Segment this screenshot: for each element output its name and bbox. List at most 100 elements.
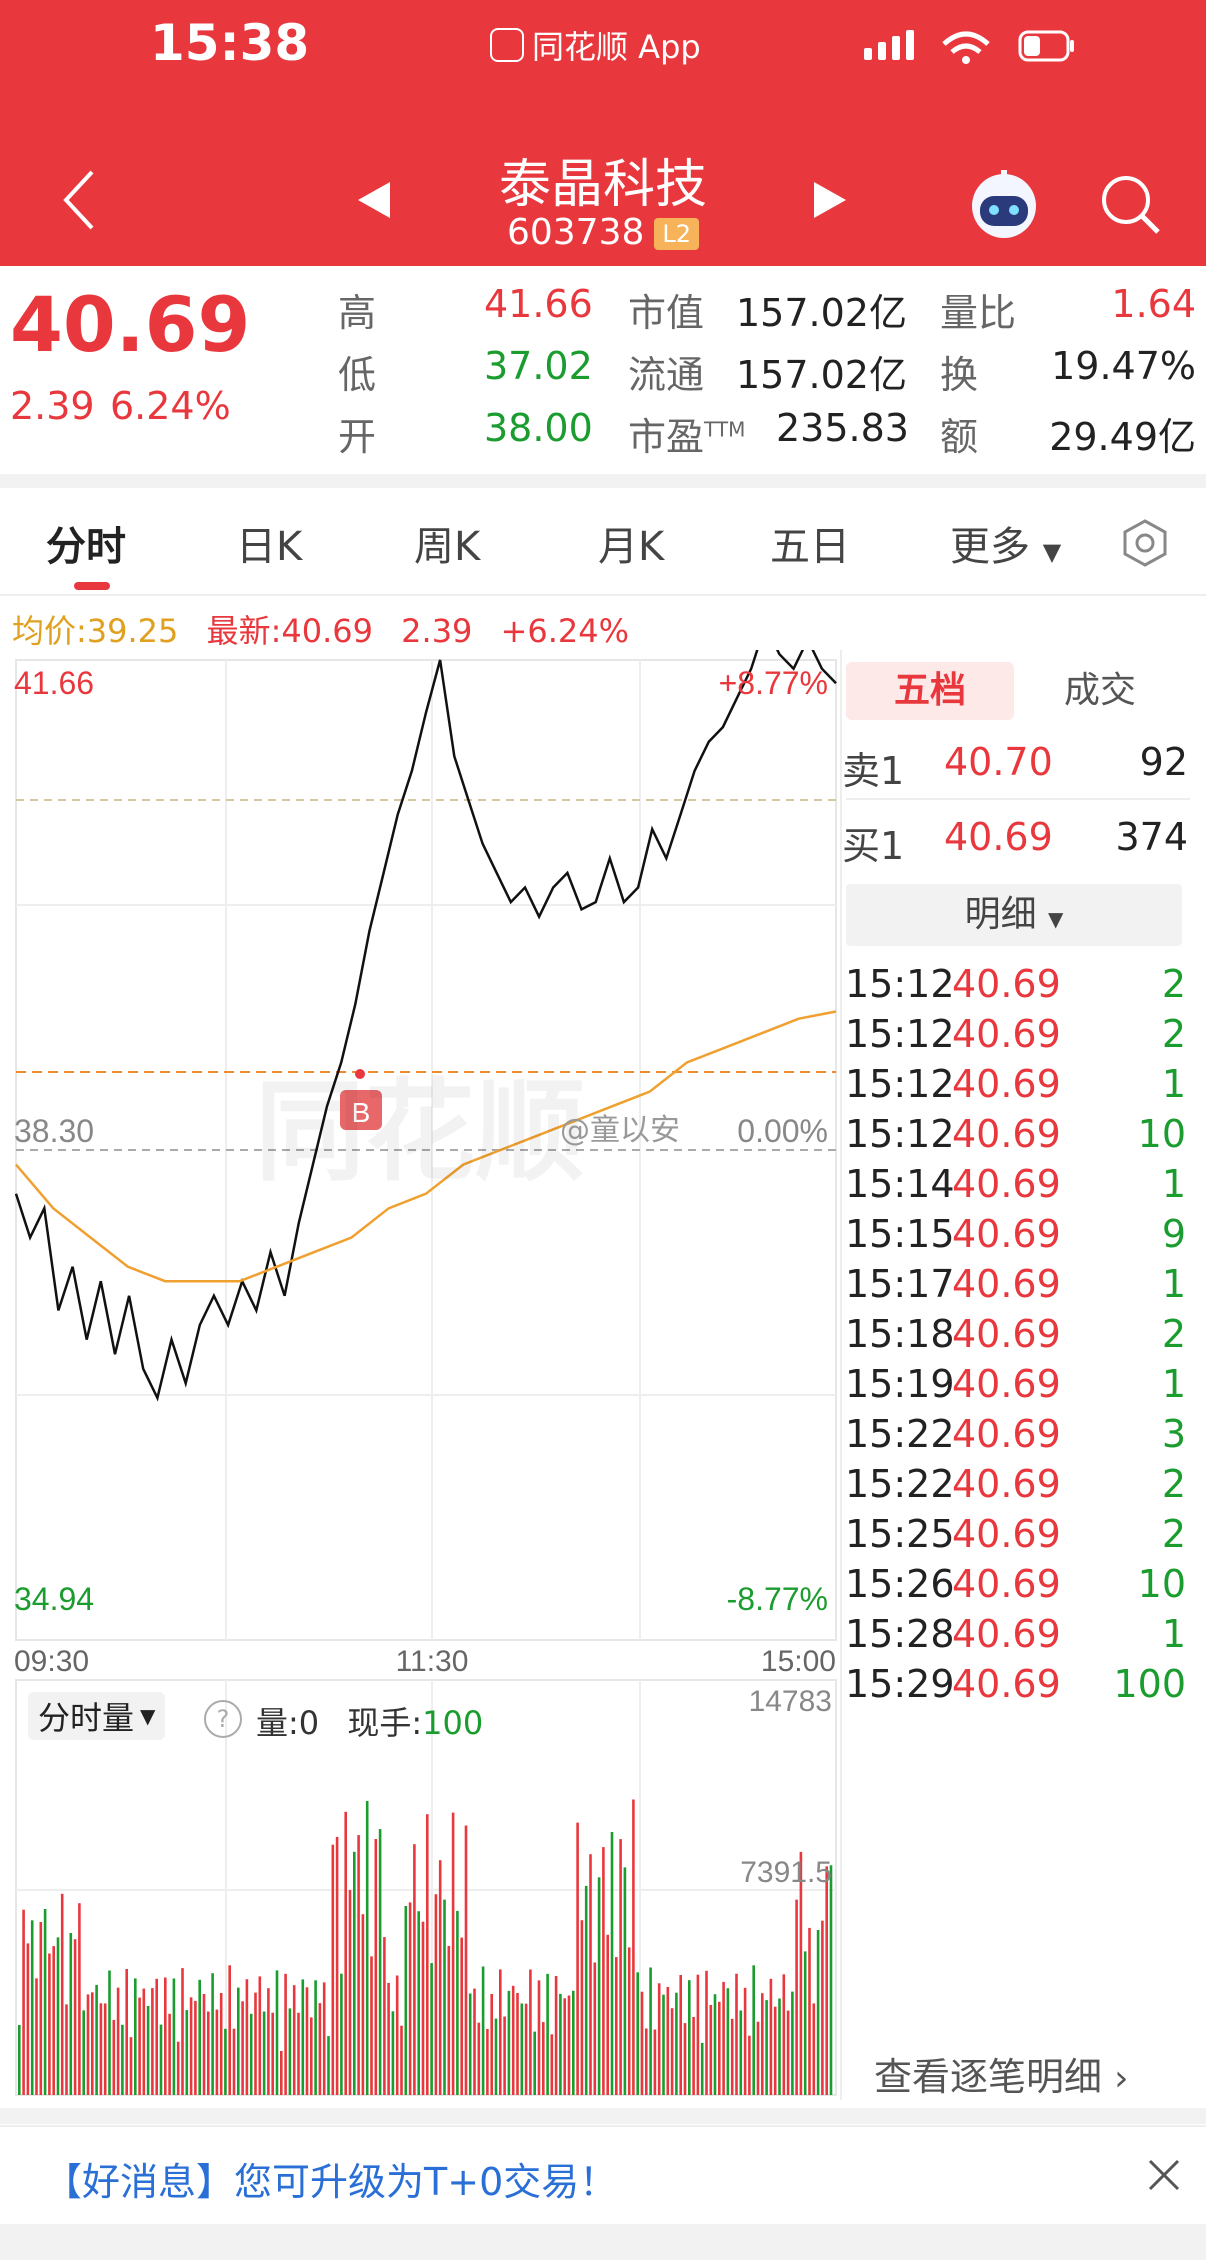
volume-bar xyxy=(387,1982,390,2095)
trade-volume: 2 xyxy=(1161,1512,1186,1556)
volume-bar xyxy=(670,2008,674,2095)
tab-five-day[interactable]: 五日 xyxy=(770,514,850,572)
trade-time: 15:17 xyxy=(845,1262,955,1306)
volume-selector[interactable]: 分时量 ▼ xyxy=(28,1692,166,1740)
volume-bar xyxy=(606,1934,609,2095)
view-all-trades-link[interactable]: 查看逐笔明细 › xyxy=(874,2046,1129,2101)
volume-bar xyxy=(486,2029,489,2095)
volume-bar xyxy=(383,1937,386,2095)
volume-bar xyxy=(524,2003,528,2095)
volume-bar xyxy=(134,1978,137,2095)
volume-bar xyxy=(121,2024,124,2095)
volume-bar xyxy=(155,1978,158,2095)
volume-bar xyxy=(417,1911,420,2095)
settings-icon[interactable] xyxy=(1120,518,1170,568)
trade-time: 15:28 xyxy=(845,1612,955,1656)
close-icon[interactable] xyxy=(1146,2157,1182,2193)
volume-bar xyxy=(421,1921,425,2095)
trade-price: 40.69 xyxy=(952,1062,1061,1106)
volume-bar xyxy=(683,2023,687,2095)
buy1-price: 40.69 xyxy=(944,815,1053,859)
volume-bar xyxy=(700,2042,704,2095)
tab-monthly-k[interactable]: 月K xyxy=(598,514,664,572)
volume-bar xyxy=(357,1835,360,2095)
volume-bar xyxy=(159,2024,163,2095)
trade-price: 40.69 xyxy=(952,1412,1061,1456)
volume-bar xyxy=(765,2000,768,2095)
tab-five-levels[interactable]: 五档 xyxy=(846,662,1014,720)
y-top-pct: +8.77% xyxy=(719,665,828,701)
trade-volume: 2 xyxy=(1161,962,1186,1006)
help-icon[interactable]: ? xyxy=(204,1700,242,1738)
volume-bar xyxy=(310,2017,313,2095)
volume-bar xyxy=(803,1951,807,2095)
bottom-gap xyxy=(0,2224,1206,2260)
intraday-chart[interactable]: B 同花顺 @童以安 41.66 +8.77% 38.30 0.00% 34.9… xyxy=(0,650,840,2100)
trade-volume: 3 xyxy=(1161,1412,1186,1456)
volume-bar xyxy=(408,1902,412,2095)
volume-bar xyxy=(164,1977,167,2095)
price-change: 2.39 xyxy=(10,384,95,428)
volume-bar xyxy=(494,2018,498,2095)
volume-bar xyxy=(657,1983,661,2095)
chevron-right-icon: › xyxy=(1114,2058,1129,2099)
volume-bar xyxy=(503,2016,506,2095)
volume-bar xyxy=(546,1973,549,2095)
volume-bar xyxy=(580,1920,584,2095)
level2-badge[interactable]: L2 xyxy=(654,218,700,250)
low-value: 37.02 xyxy=(484,344,593,388)
volume-bar xyxy=(378,1829,382,2095)
volume-bar xyxy=(275,1970,279,2095)
volume-bar xyxy=(576,1822,579,2095)
volume-bar xyxy=(185,2010,189,2095)
volume-selector-label: 分时量 xyxy=(38,1699,135,1737)
volume-bar xyxy=(481,1966,485,2095)
sell1-label: 卖1 xyxy=(842,749,905,793)
volume-bar xyxy=(39,1922,43,2095)
volume-bar xyxy=(718,2001,721,2095)
volume-bar xyxy=(395,1975,399,2095)
y-mid-pct: 0.00% xyxy=(737,1113,828,1149)
volume-bars xyxy=(18,1799,833,2095)
tab-intraday[interactable]: 分时 xyxy=(46,514,126,572)
y-mid-label: 38.30 xyxy=(14,1113,94,1149)
tab-trades[interactable]: 成交 xyxy=(1030,662,1170,720)
high-label: 高 xyxy=(338,291,377,335)
volume-bar xyxy=(645,2028,648,2095)
x-tick-close: 15:00 xyxy=(761,1645,836,1678)
volume-bar xyxy=(662,1994,665,2095)
promo-banner[interactable]: 【好消息】您可升级为T+0交易！ xyxy=(0,2125,1206,2225)
robot-assistant-icon[interactable] xyxy=(966,168,1042,240)
trade-price: 40.69 xyxy=(952,1662,1061,1706)
tab-more[interactable]: 更多 ▼ xyxy=(950,514,1061,572)
volume-bar xyxy=(108,1970,111,2095)
weibo-tag: @童以安 xyxy=(560,1113,680,1148)
volume-bar xyxy=(86,1994,90,2095)
trade-time: 15:18 xyxy=(845,1312,955,1356)
search-icon[interactable] xyxy=(1098,172,1162,236)
volume-bar xyxy=(60,1893,64,2095)
status-time: 15:38 xyxy=(150,14,310,72)
trade-price: 40.69 xyxy=(952,1262,1061,1306)
volume-bar xyxy=(241,2001,244,2095)
sell1-volume: 92 xyxy=(1139,740,1188,784)
trade-time: 15:19 xyxy=(845,1362,955,1406)
volume-bar xyxy=(305,1987,309,2095)
volume-bar xyxy=(722,1981,725,2095)
tab-weekly-k[interactable]: 周K xyxy=(414,514,480,572)
info-line: 均价:39.25 最新:40.69 2.39 +6.24% xyxy=(12,606,629,652)
volume-bar xyxy=(129,2037,133,2095)
detail-selector[interactable]: 明细 ▼ xyxy=(846,884,1182,946)
volume-bar xyxy=(228,1965,231,2095)
volume-bar xyxy=(507,1990,511,2095)
volume-bar xyxy=(619,1839,622,2095)
volratio-value: 1.64 xyxy=(1111,282,1196,326)
banner-text[interactable]: 【好消息】您可升级为T+0交易！ xyxy=(44,2151,617,2206)
volume-bar xyxy=(572,1990,575,2095)
floatcap-value: 157.02亿 xyxy=(736,353,907,397)
volume-bar xyxy=(679,1975,682,2095)
tab-daily-k[interactable]: 日K xyxy=(236,514,302,572)
volume-bar xyxy=(511,1985,515,2095)
volume-bar xyxy=(782,1974,786,2095)
volume-bar xyxy=(413,1844,416,2095)
